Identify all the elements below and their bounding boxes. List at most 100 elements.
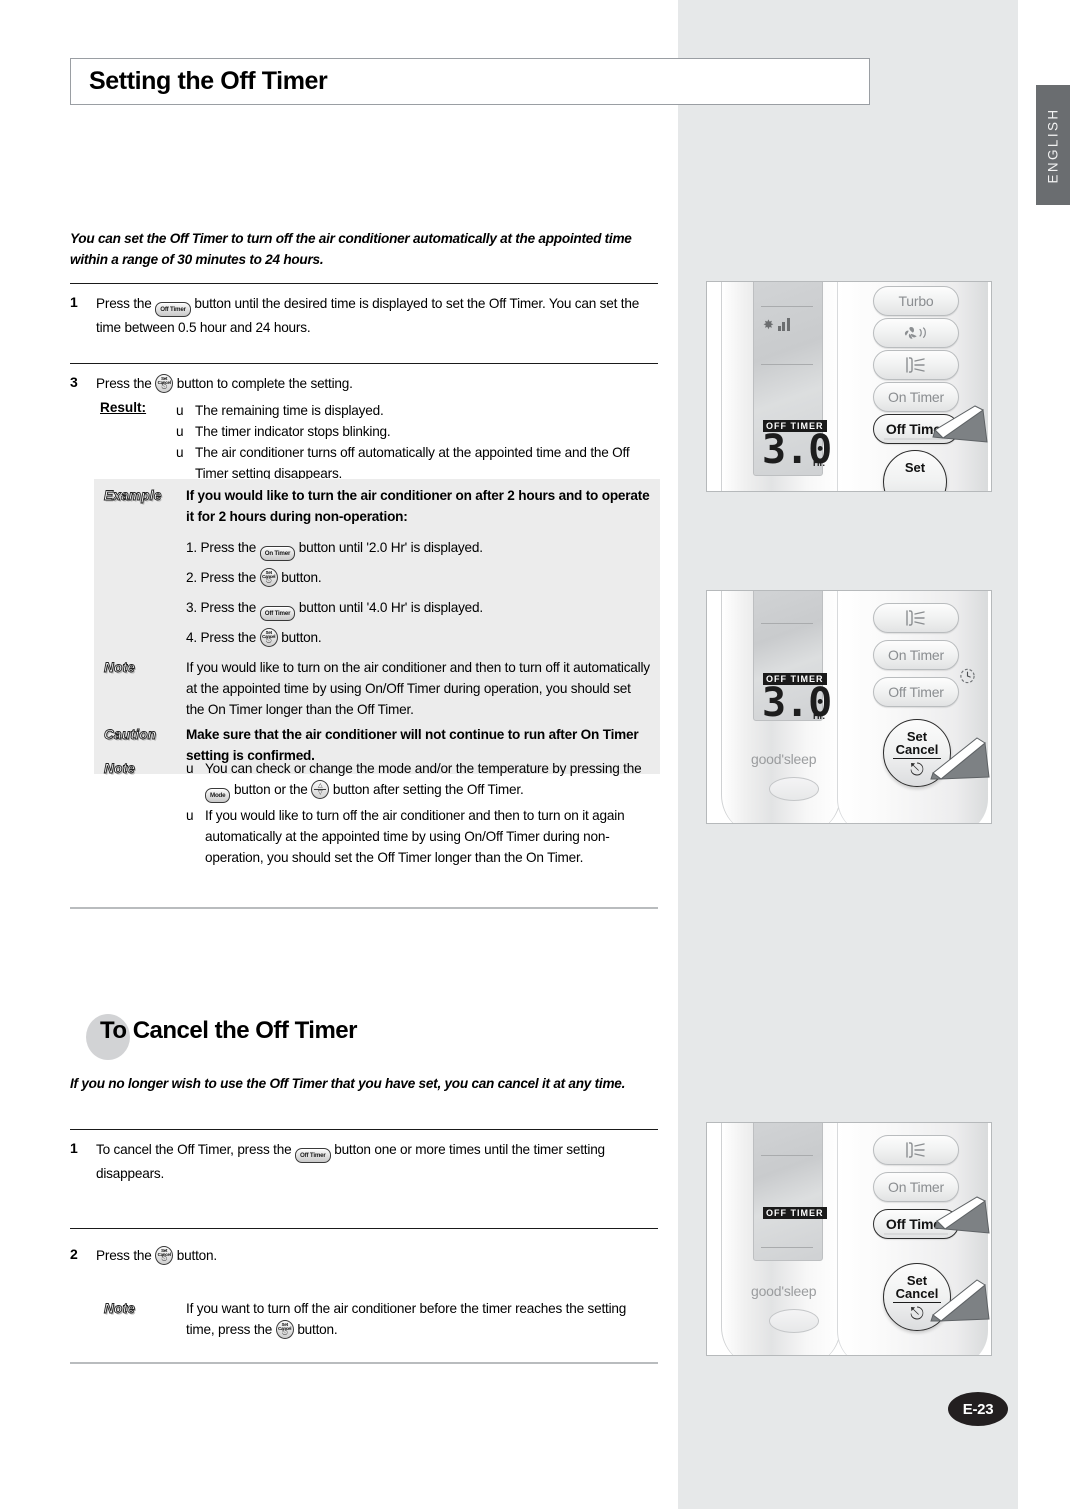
note-callout-shaded: Note If you would like to turn on the ai… [94,653,660,720]
page-margin [1018,0,1080,1509]
turbo-button-label: Turbo [898,293,934,309]
section1-lead: You can set the Off Timer to turn off th… [70,231,632,267]
temperature-button-icon: △ ▽ [311,780,330,799]
note-text-before: If you want to turn off the air conditio… [186,1301,627,1337]
manual-page: ENGLISH Setting the Off Timer You can se… [0,0,1080,1509]
set-cancel-button-icon: Set Cancel ⎋ [155,374,174,393]
oval-button[interactable] [769,1309,819,1333]
example-step: 1. Press the On Timer button until '2.0 … [186,533,650,563]
note-badge: Note [104,657,186,720]
note-text: If you want to turn off the air conditio… [186,1298,650,1340]
pointer-cursor-icon [930,1279,990,1322]
page-title: Setting the Off Timer [89,67,328,95]
remote-illustration-step1: ✸ OFF TIMER 3.0 Hr. Turbo On Timer Off T… [706,281,992,492]
bullet-text: If you would like to turn off the air co… [205,808,625,865]
on-timer-button-icon: On Timer [259,546,296,561]
section-divider [70,1362,658,1364]
note-text: If you would like to turn on the air con… [186,660,650,717]
on-timer-button-label: On Timer [888,1179,944,1195]
step-text-after: button. [176,1248,217,1263]
bullet-text-before: You can check or change the mode and/or … [205,761,642,776]
example-step-before: Press the [200,570,257,585]
fan-speed-icon: ✸ [763,318,790,331]
divider [70,363,658,364]
example-step: 2. Press the Set Cancel ⎋ button. [186,563,650,593]
example-step-num: 4. [186,630,197,645]
temp-up-icon: △ [318,782,323,789]
step-text-after: button to complete the setting. [176,376,353,391]
bullet-text-after: button after setting the Off Timer. [332,782,524,797]
note-badge: Note [104,1298,186,1340]
list-item: u The remaining time is displayed. [176,400,660,421]
shaded-callout-group: Example If you would like to turn the ai… [94,479,660,774]
turbo-button[interactable]: Turbo [873,286,959,316]
step-text: Press the Set Cancel ⎋ button to complet… [96,373,353,394]
bullet-text: The timer indicator stops blinking. [195,424,391,439]
brand-label: good'sleep [751,1283,817,1299]
remote-illustration-cancel: OFF TIMER good'sleep On Timer Off Timer [706,1122,992,1356]
result-block: Result: u The remaining time is displaye… [100,400,660,484]
example-step: 4. Press the Set Cancel ⎋ button. [186,623,650,653]
example-step-num: 1. [186,540,197,555]
pointer-cursor-icon [932,405,988,443]
example-heading: If you would like to turn the air condit… [186,488,650,524]
bullet-marker: u [186,761,194,776]
lcd-display [753,1123,823,1261]
clock-icon [960,668,975,684]
power-icon: ⎋ [161,1255,168,1263]
mode-button-icon: Mode [205,788,231,803]
off-timer-button[interactable]: Off Timer [873,677,959,707]
section2-lead: If you no longer wish to use the Off Tim… [70,1076,626,1091]
example-badge: Example [104,485,186,527]
step-text-before: Press the [96,376,152,391]
set-cancel-button-icon: Set Cancel ⎋ [259,628,278,647]
example-step-num: 3. [186,600,197,615]
section2-heading-block: To Cancel the Off Timer [84,1012,644,1062]
step-number: 3 [70,374,78,390]
power-icon: ⎋ [161,383,168,391]
list-item: u The air conditioner turns off automati… [176,442,660,484]
fan-speed-button[interactable] [873,318,959,348]
fan-speed-icon [904,327,926,339]
on-timer-button[interactable]: On Timer [873,640,959,670]
cancel-step-2: 2 Press the Set Cancel ⎋ button. [70,1245,658,1266]
list-item: u If you would like to turn off the air … [186,805,650,868]
brand-label: good'sleep [751,751,817,767]
power-icon: ⎋ [282,1329,288,1337]
bullet-marker: u [186,808,194,823]
air-swing-button[interactable] [873,1135,959,1165]
step-text-before: Press the [96,1248,152,1263]
off-timer-button-icon: Off Timer [295,1148,331,1163]
page-title-box: Setting the Off Timer [70,58,870,105]
example-callout: Example If you would like to turn the ai… [94,485,660,527]
step-number: 2 [70,1246,78,1262]
step-text-before: To cancel the Off Timer, press the [96,1142,292,1157]
cancel-step-1: 1 To cancel the Off Timer, press the Off… [70,1139,658,1184]
lcd-off-timer-indicator: OFF TIMER [763,1207,827,1219]
bullet-marker: u [176,403,184,418]
language-tab: ENGLISH [1036,85,1070,205]
result-bullets: u The remaining time is displayed. u The… [176,400,660,484]
divider [70,283,658,284]
bullet-marker: u [176,424,184,439]
power-icon: ⎋ [266,577,272,585]
page-number-badge: E-23 [948,1392,1008,1426]
oval-button[interactable] [769,777,819,801]
set-cancel-button-icon: Set Cancel ⎋ [155,1246,174,1265]
step-number: 1 [70,294,78,310]
on-timer-button-label: On Timer [888,647,944,663]
temp-down-icon: ▽ [318,790,323,797]
air-swing-button[interactable] [873,603,959,633]
example-step-before: Press the [200,600,257,615]
bullet-text: The air conditioner turns off automatica… [195,445,630,481]
example-step-after: button until '2.0 Hr' is displayed. [298,540,483,555]
step-text: Press the Off Timer button until the des… [96,293,658,338]
divider [70,1228,658,1229]
example-badge-label: Example [104,488,162,504]
lcd-timer-unit: Hr. [813,711,826,721]
air-swing-button[interactable] [873,350,959,380]
cancel-note-callout: Note If you want to turn off the air con… [94,1298,660,1340]
bullet-text: The remaining time is displayed. [195,403,384,418]
example-step-before: Press the [200,540,257,555]
off-timer-button-icon: Off Timer [155,302,191,317]
